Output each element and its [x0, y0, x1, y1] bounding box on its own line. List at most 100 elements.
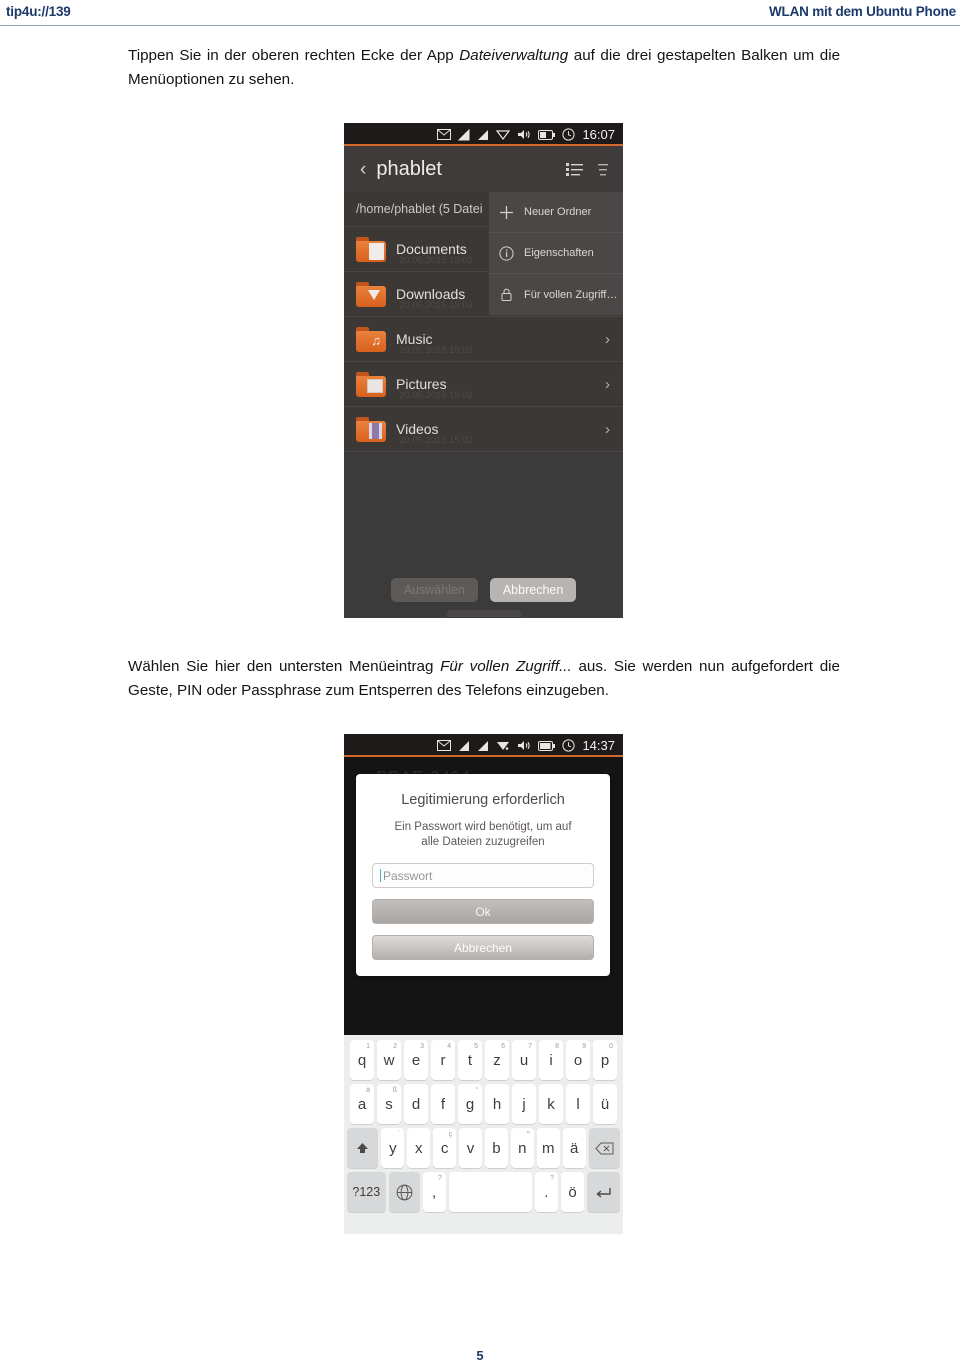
key-v[interactable]: v	[459, 1128, 482, 1168]
keyboard-row-3: ´ y x çc v b ^ n m ä	[346, 1128, 621, 1168]
key-auml[interactable]: ä	[562, 1128, 586, 1168]
table-row[interactable]: Videos 20.05.2015 15:02 ›	[344, 407, 623, 452]
key-label: h	[492, 1095, 502, 1113]
key-comma[interactable]: ?,	[422, 1172, 446, 1212]
numeric-mode-key[interactable]: ?123	[347, 1172, 386, 1212]
key-q[interactable]: 1q	[350, 1040, 374, 1080]
file-meta: 20.05.2015 15:02	[399, 255, 473, 266]
folder-downloads-icon	[356, 281, 386, 307]
cancel-button[interactable]: Abbrechen	[372, 935, 594, 960]
key-label: g	[465, 1095, 475, 1113]
key-label: d	[411, 1095, 421, 1113]
key-c[interactable]: çc	[433, 1128, 457, 1168]
password-input[interactable]: Passwort	[372, 863, 594, 888]
table-row[interactable]: ♫ Music 20.05.2015 15:02 ›	[344, 317, 623, 362]
key-superscript: 5	[474, 1043, 478, 1050]
key-e[interactable]: 3e	[404, 1040, 428, 1080]
menu-item-label: Für vollen Zugriff…	[524, 288, 618, 301]
key-superscript: ^	[526, 1131, 530, 1138]
mail-icon	[437, 740, 452, 751]
page-number: 5	[476, 1348, 484, 1363]
key-superscript: ?	[437, 1175, 442, 1182]
signal-icon	[478, 740, 489, 751]
key-x[interactable]: x	[407, 1128, 431, 1168]
dialog-subtitle-line1: Ein Passwort wird benötigt, um auf	[394, 821, 572, 833]
key-d[interactable]: d	[404, 1084, 428, 1124]
table-row[interactable]: Pictures 20.05.2015 15:02 ›	[344, 362, 623, 407]
header-divider	[0, 25, 960, 26]
space-key[interactable]	[448, 1172, 532, 1212]
ok-button[interactable]: Ok	[372, 899, 594, 924]
back-icon[interactable]: ‹	[360, 160, 366, 179]
key-label: ü	[600, 1095, 610, 1113]
key-m[interactable]: m	[536, 1128, 560, 1168]
wifi-icon	[496, 130, 511, 140]
shift-key[interactable]	[346, 1128, 379, 1168]
key-superscript: 2	[393, 1043, 397, 1050]
para2-text-before: Wählen Sie hier den untersten Menüeintra…	[128, 658, 441, 675]
key-j[interactable]: j	[512, 1084, 536, 1124]
key-i[interactable]: 8i	[539, 1040, 563, 1080]
instruction-paragraph-1: Tippen Sie in der oberen rechten Ecke de…	[128, 44, 840, 92]
key-z[interactable]: 6z	[485, 1040, 509, 1080]
backspace-key[interactable]	[588, 1128, 621, 1168]
key-superscript: 4	[447, 1043, 451, 1050]
list-view-icon[interactable]	[566, 162, 583, 177]
key-p[interactable]: 0p	[593, 1040, 617, 1080]
key-superscript: 6	[501, 1043, 505, 1050]
menu-item-properties[interactable]: Eigenschaften	[489, 233, 623, 274]
key-superscript: ß	[392, 1087, 397, 1094]
key-t[interactable]: 5t	[458, 1040, 482, 1080]
overflow-menu-icon[interactable]	[597, 162, 609, 177]
key-a[interactable]: àa	[350, 1084, 374, 1124]
key-g[interactable]: ° g	[458, 1084, 482, 1124]
key-n[interactable]: ^ n	[510, 1128, 534, 1168]
key-b[interactable]: b	[485, 1128, 508, 1168]
key-w[interactable]: 2w	[377, 1040, 401, 1080]
bottom-edge-handle[interactable]	[446, 610, 521, 617]
status-bar-clock: 16:07	[582, 127, 615, 142]
folder-videos-icon	[356, 416, 386, 442]
file-meta: 20.05.2015 15:02	[399, 390, 473, 401]
shift-icon	[357, 1142, 369, 1153]
key-uuml[interactable]: ü	[593, 1084, 617, 1124]
file-meta: 20.05.2015 15:03	[399, 300, 473, 311]
key-superscript: ç	[448, 1131, 453, 1138]
overflow-menu-popup: Neuer Ordner Eigenschaften Für vollen Zu…	[489, 192, 623, 315]
select-button[interactable]: Auswählen	[390, 578, 478, 602]
key-k[interactable]: k	[539, 1084, 563, 1124]
key-label: a	[357, 1095, 367, 1113]
app-title: phablet	[376, 157, 442, 180]
key-s[interactable]: ßs	[377, 1084, 401, 1124]
key-label: .	[544, 1183, 549, 1201]
password-placeholder: Passwort	[383, 868, 433, 883]
menu-item-full-access[interactable]: Für vollen Zugriff…	[489, 274, 623, 315]
key-label: e	[411, 1051, 421, 1069]
status-bar: 14:37	[344, 734, 623, 757]
key-u[interactable]: 7u	[512, 1040, 536, 1080]
mail-icon	[437, 129, 452, 140]
authentication-dialog: Legitimierung erforderlich Ein Passwort …	[356, 774, 610, 976]
key-o[interactable]: 9o	[566, 1040, 590, 1080]
chevron-right-icon: ›	[605, 330, 610, 348]
instruction-paragraph-2: Wählen Sie hier den untersten Menüeintra…	[128, 655, 840, 703]
key-label: p	[600, 1051, 610, 1069]
cancel-button[interactable]: Abbrechen	[489, 578, 577, 602]
document-header: tip4u://139 WLAN mit dem Ubuntu Phone	[0, 0, 960, 26]
key-y[interactable]: ´ y	[381, 1128, 405, 1168]
key-ouml[interactable]: ö	[560, 1172, 585, 1212]
volume-icon	[518, 130, 531, 139]
signal-icon	[459, 740, 470, 751]
key-r[interactable]: 4r	[431, 1040, 455, 1080]
key-l[interactable]: l	[566, 1084, 590, 1124]
key-f[interactable]: f	[431, 1084, 455, 1124]
menu-item-new-folder[interactable]: Neuer Ordner	[489, 192, 623, 233]
chevron-right-icon: ›	[605, 375, 610, 393]
enter-key[interactable]	[587, 1172, 621, 1212]
battery-icon	[538, 740, 556, 751]
key-h[interactable]: h	[485, 1084, 509, 1124]
key-period[interactable]: ?.	[534, 1172, 558, 1212]
language-key[interactable]	[388, 1172, 420, 1212]
clock-icon	[562, 739, 576, 752]
para1-text-before: Tippen Sie in der oberen rechten Ecke de…	[128, 47, 460, 64]
